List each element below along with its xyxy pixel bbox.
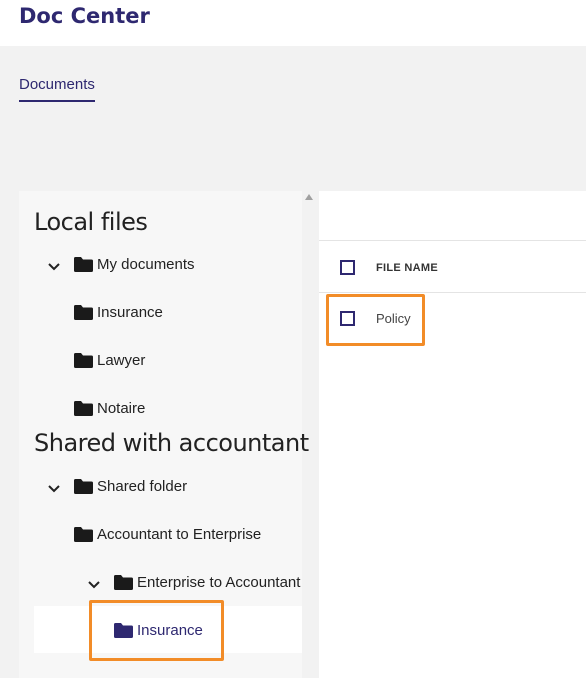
folder-icon [74,526,93,542]
file-list-panel [319,191,586,678]
tree-item-shared-folder[interactable]: Shared folder [74,474,187,498]
tree-item-insurance[interactable]: Insurance [74,300,163,324]
highlight-box [326,294,425,346]
folder-icon [74,400,93,416]
tree-item-label: Accountant to Enterprise [97,525,262,543]
tree-item-label: Insurance [97,303,163,321]
scroll-up-arrow-icon[interactable] [305,194,313,200]
divider [319,240,586,241]
folder-icon [114,574,133,590]
tree-item-lawyer[interactable]: Lawyer [74,348,145,372]
folder-icon [74,352,93,368]
folder-icon [74,256,93,272]
divider [319,292,586,293]
highlight-box [89,600,224,661]
tree-item-label: My documents [97,255,195,273]
tab-documents[interactable]: Documents [19,76,95,102]
chevron-down-icon[interactable] [47,481,61,495]
tree-item-my-documents[interactable]: My documents [74,252,195,276]
column-header-file-name[interactable]: FILE NAME [376,262,438,274]
tree-item-label: Enterprise to Accountant [137,573,301,591]
tree-item-label: Notaire [97,399,146,417]
tree-item-label: Shared folder [97,477,188,495]
app-title: Doc Center [19,4,150,28]
chevron-down-icon[interactable] [87,577,101,591]
chevron-down-icon[interactable] [47,259,61,273]
active-tab-indicator [19,100,95,102]
folder-icon [74,304,93,320]
section-title-local-files: Local files [34,208,148,236]
folder-icon [74,478,93,494]
top-bar: Doc Center [0,0,586,46]
select-all-checkbox[interactable] [340,260,355,275]
tree-item-label: Lawyer [97,351,146,369]
tree-item-enterprise-to-accountant[interactable]: Enterprise to Accountant [114,570,302,594]
section-title-shared-with-accountant: Shared with accountant [34,429,309,457]
tree-item-accountant-to-enterprise[interactable]: Accountant to Enterprise [74,522,261,546]
tree-item-notaire[interactable]: Notaire [74,396,145,420]
